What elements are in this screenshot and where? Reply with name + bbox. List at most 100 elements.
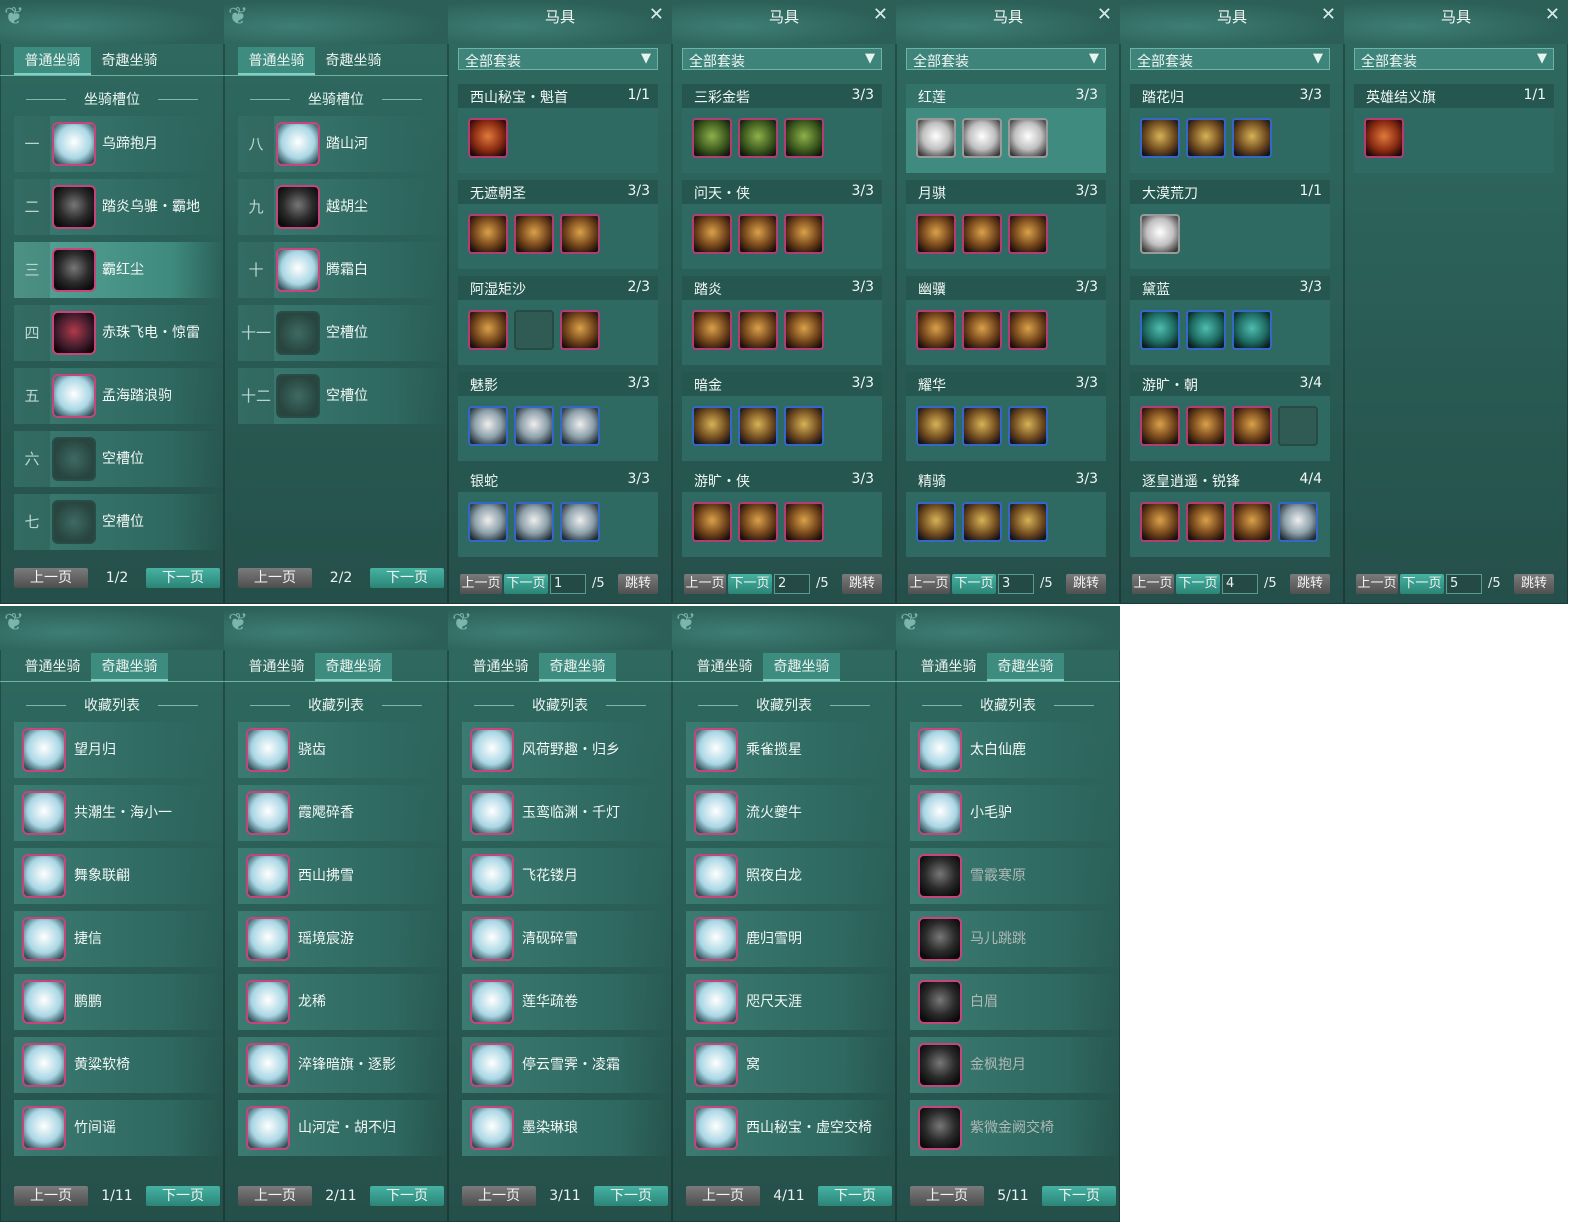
prev-page-button[interactable]: 上一页 — [14, 568, 88, 588]
gear-item-icon[interactable] — [560, 214, 600, 254]
page-input[interactable]: 2 — [774, 574, 810, 594]
tab-normal-mounts[interactable]: 普通坐骑 — [910, 653, 987, 681]
prev-page-button[interactable]: 上一页 — [686, 1186, 760, 1206]
collection-row[interactable]: 窝 — [686, 1037, 896, 1093]
gear-set[interactable]: 耀华 3/3 — [906, 372, 1106, 461]
gear-item-icon[interactable] — [916, 310, 956, 350]
gear-item-icon[interactable] — [560, 310, 600, 350]
gear-set[interactable]: 暗金 3/3 — [682, 372, 882, 461]
tab-normal-mounts[interactable]: 普通坐骑 — [238, 47, 315, 75]
prev-page-button[interactable]: 上一页 — [14, 1186, 88, 1206]
collection-row[interactable]: 清砚碎雪 — [462, 911, 672, 967]
gear-set[interactable]: 银蛇 3/3 — [458, 468, 658, 557]
jump-button[interactable]: 跳转 — [1514, 574, 1554, 594]
gear-item-icon[interactable] — [1186, 118, 1226, 158]
jump-button[interactable]: 跳转 — [1290, 574, 1330, 594]
gear-set[interactable]: 阿湿矩沙 2/3 — [458, 276, 658, 365]
gear-item-icon[interactable] — [784, 502, 824, 542]
gear-item-icon[interactable] — [962, 214, 1002, 254]
gear-item-icon[interactable] — [1186, 310, 1226, 350]
tab-fun-mounts[interactable]: 奇趣坐骑 — [987, 653, 1064, 681]
collection-row[interactable]: 流火夔牛 — [686, 785, 896, 841]
gear-item-icon[interactable] — [692, 118, 732, 158]
gear-item-icon[interactable] — [1008, 310, 1048, 350]
close-icon[interactable]: ✕ — [873, 4, 888, 25]
tab-fun-mounts[interactable]: 奇趣坐骑 — [315, 47, 392, 75]
prev-page-button[interactable]: 上一页 — [460, 574, 502, 594]
slot-row[interactable]: 九 越胡尘 — [238, 179, 448, 235]
gear-item-icon[interactable] — [468, 502, 508, 542]
collection-row[interactable]: 骁齿 — [238, 722, 448, 778]
next-page-button[interactable]: 下一页 — [728, 574, 772, 594]
empty-item-slot[interactable] — [1278, 406, 1318, 446]
collection-row[interactable]: 墨染琳琅 — [462, 1100, 672, 1156]
prev-page-button[interactable]: 上一页 — [1356, 574, 1398, 594]
collection-row[interactable]: 竹间谣 — [14, 1100, 224, 1156]
close-icon[interactable]: ✕ — [1321, 4, 1336, 25]
collection-row[interactable]: 捷信 — [14, 911, 224, 967]
gear-item-icon[interactable] — [1008, 214, 1048, 254]
next-page-button[interactable]: 下一页 — [504, 574, 548, 594]
tab-fun-mounts[interactable]: 奇趣坐骑 — [91, 47, 168, 75]
gear-set[interactable]: 英雄结义旗 1/1 — [1354, 84, 1554, 173]
page-input[interactable]: 3 — [998, 574, 1034, 594]
collection-row[interactable]: 黄粱软椅 — [14, 1037, 224, 1093]
gear-set[interactable]: 精骑 3/3 — [906, 468, 1106, 557]
prev-page-button[interactable]: 上一页 — [910, 1186, 984, 1206]
gear-item-icon[interactable] — [468, 214, 508, 254]
gear-item-icon[interactable] — [962, 406, 1002, 446]
next-page-button[interactable]: 下一页 — [594, 1186, 668, 1206]
collection-row[interactable]: 鹿归雪明 — [686, 911, 896, 967]
gear-item-icon[interactable] — [468, 406, 508, 446]
gear-set[interactable]: 魅影 3/3 — [458, 372, 658, 461]
close-icon[interactable]: ✕ — [649, 4, 664, 25]
gear-item-icon[interactable] — [784, 310, 824, 350]
gear-item-icon[interactable] — [1186, 406, 1226, 446]
collection-row[interactable]: 白眉 — [910, 974, 1120, 1030]
collection-row[interactable]: 咫尺天涯 — [686, 974, 896, 1030]
set-filter-dropdown[interactable]: 全部套装 ▼ — [1130, 48, 1330, 70]
collection-row[interactable]: 照夜白龙 — [686, 848, 896, 904]
collection-row[interactable]: 望月归 — [14, 722, 224, 778]
slot-row[interactable]: 六 空槽位 — [14, 431, 224, 487]
empty-item-slot[interactable] — [514, 310, 554, 350]
gear-item-icon[interactable] — [514, 502, 554, 542]
gear-item-icon[interactable] — [692, 502, 732, 542]
set-filter-dropdown[interactable]: 全部套装 ▼ — [682, 48, 882, 70]
gear-item-icon[interactable] — [784, 214, 824, 254]
set-filter-dropdown[interactable]: 全部套装 ▼ — [1354, 48, 1554, 70]
collection-row[interactable]: 西山秘宝・虚空交椅 — [686, 1100, 896, 1156]
collection-row[interactable]: 共潮生・海小一 — [14, 785, 224, 841]
tab-fun-mounts[interactable]: 奇趣坐骑 — [91, 653, 168, 681]
gear-item-icon[interactable] — [692, 310, 732, 350]
next-page-button[interactable]: 下一页 — [818, 1186, 892, 1206]
gear-item-icon[interactable] — [962, 118, 1002, 158]
next-page-button[interactable]: 下一页 — [1400, 574, 1444, 594]
gear-item-icon[interactable] — [916, 502, 956, 542]
tab-normal-mounts[interactable]: 普通坐骑 — [462, 653, 539, 681]
gear-item-icon[interactable] — [1140, 406, 1180, 446]
gear-item-icon[interactable] — [738, 214, 778, 254]
gear-item-icon[interactable] — [1140, 118, 1180, 158]
collection-row[interactable]: 雪霰寒原 — [910, 848, 1120, 904]
prev-page-button[interactable]: 上一页 — [1132, 574, 1174, 594]
close-icon[interactable]: ✕ — [1545, 4, 1560, 25]
gear-item-icon[interactable] — [784, 118, 824, 158]
gear-set[interactable]: 黛蓝 3/3 — [1130, 276, 1330, 365]
gear-item-icon[interactable] — [1008, 406, 1048, 446]
slot-row[interactable]: 三 霸红尘 — [14, 242, 224, 298]
gear-set[interactable]: 问天・侠 3/3 — [682, 180, 882, 269]
collection-row[interactable]: 紫微金阙交椅 — [910, 1100, 1120, 1156]
gear-item-icon[interactable] — [962, 502, 1002, 542]
prev-page-button[interactable]: 上一页 — [238, 568, 312, 588]
slot-row[interactable]: 一 乌蹄抱月 — [14, 116, 224, 172]
gear-set[interactable]: 踏炎 3/3 — [682, 276, 882, 365]
gear-item-icon[interactable] — [916, 214, 956, 254]
gear-item-icon[interactable] — [1232, 502, 1272, 542]
gear-item-icon[interactable] — [560, 406, 600, 446]
next-page-button[interactable]: 下一页 — [146, 568, 220, 588]
collection-row[interactable]: 瑶境宸游 — [238, 911, 448, 967]
set-filter-dropdown[interactable]: 全部套装 ▼ — [906, 48, 1106, 70]
prev-page-button[interactable]: 上一页 — [462, 1186, 536, 1206]
prev-page-button[interactable]: 上一页 — [908, 574, 950, 594]
